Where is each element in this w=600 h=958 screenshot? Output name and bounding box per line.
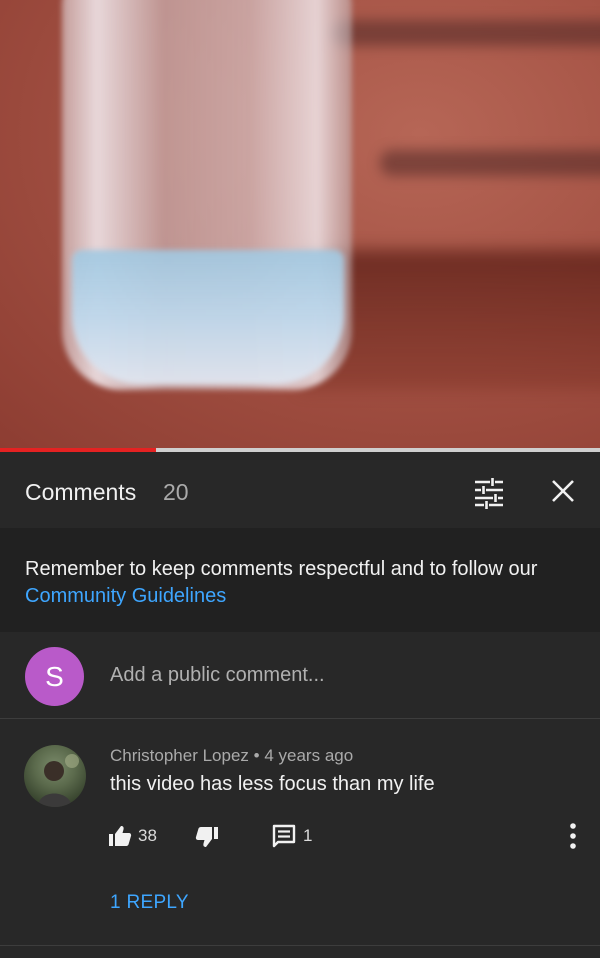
more-options-icon[interactable] [560,821,586,851]
view-replies-button[interactable]: 1 REPLY [110,892,189,914]
reply-button[interactable]: 1 [272,821,312,851]
meta-separator: • [253,746,260,765]
like-button[interactable]: 38 [108,821,157,851]
comment-bubble-icon [272,824,296,848]
thumbs-down-icon[interactable] [192,821,222,851]
community-guidelines-link[interactable]: Community Guidelines [25,585,226,607]
comments-header: Comments 20 [0,452,600,528]
water [72,250,344,385]
thumbs-up-icon [109,826,132,846]
comments-title: Comments [25,479,137,505]
divider [0,945,600,946]
video-player[interactable] [0,0,600,449]
person-silhouette-icon [38,754,79,807]
commenter-avatar[interactable] [24,745,86,807]
user-avatar: S [25,647,84,706]
notice-text: Remember to keep comments respectful and… [25,556,585,610]
comment-author[interactable]: Christopher Lopez [110,746,249,765]
comment-item: Christopher Lopez • 4 years ago this vid… [0,719,600,947]
sort-filter-icon[interactable] [472,475,506,509]
comment-meta: Christopher Lopez • 4 years ago [110,746,353,766]
notice-message: Remember to keep comments respectful and… [25,558,538,580]
add-comment-input[interactable]: Add a public comment... [110,664,325,687]
like-count: 38 [138,826,157,845]
comment-time: 4 years ago [264,746,354,765]
reply-count: 1 [303,826,313,845]
background-wall [330,20,600,46]
comment-text: this video has less focus than my life [110,773,435,795]
background-wall [380,150,600,176]
guidelines-notice: Remember to keep comments respectful and… [0,528,600,632]
comments-count: 20 [163,479,189,505]
add-comment-row: S Add a public comment... [0,632,600,719]
close-icon[interactable] [548,476,578,506]
